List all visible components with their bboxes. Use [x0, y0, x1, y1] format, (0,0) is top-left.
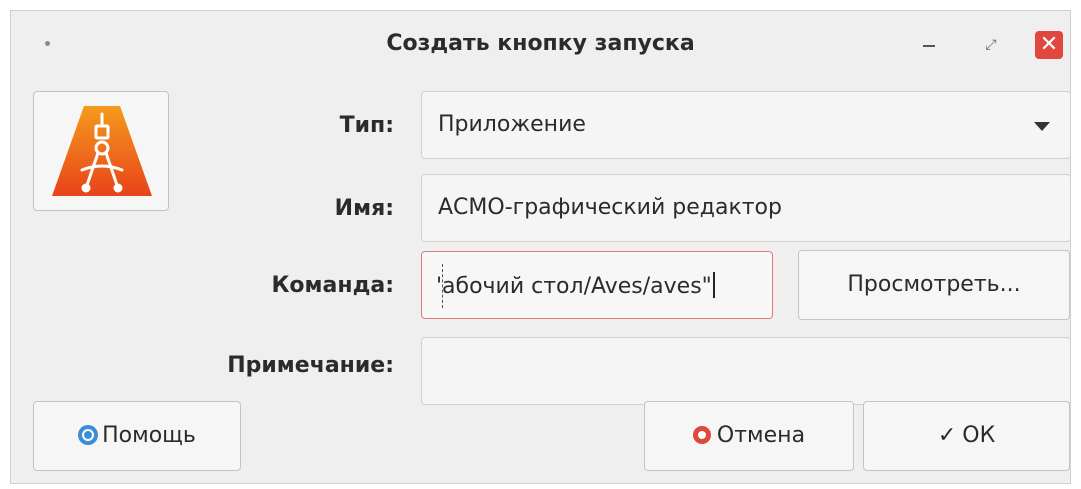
help-button[interactable]: Помощь	[33, 401, 241, 471]
type-combobox[interactable]: Приложение	[421, 91, 1071, 159]
launcher-dialog: Создать кнопку запуска ⤢ ✕ Тип: Приложен…	[10, 10, 1071, 484]
command-field[interactable]: 'абочий стол/Aves/aves"	[421, 251, 773, 319]
name-field[interactable]: АСМО-графический редактор	[421, 174, 1071, 242]
title-bar[interactable]: Создать кнопку запуска ⤢ ✕	[11, 11, 1070, 77]
ok-button[interactable]: ✓ ОК	[863, 401, 1070, 471]
command-value: 'абочий стол/Aves/aves"	[436, 274, 712, 299]
app-icon-button[interactable]	[33, 91, 169, 211]
compass-drafting-icon	[52, 106, 152, 196]
maximize-icon[interactable]: ⤢	[981, 35, 1001, 55]
cancel-label: Отмена	[716, 423, 806, 448]
help-label: Помощь	[102, 423, 196, 448]
type-label: Тип:	[339, 113, 394, 138]
type-value: Приложение	[438, 112, 586, 137]
note-label: Примечание:	[227, 353, 394, 378]
note-field[interactable]	[421, 337, 1071, 405]
stop-circle-icon	[692, 426, 711, 444]
checkmark-icon: ✓	[937, 423, 957, 448]
minimize-icon[interactable]	[923, 45, 935, 47]
command-label: Команда:	[271, 273, 394, 298]
text-cursor	[712, 272, 715, 298]
browse-button[interactable]: Просмотреть...	[798, 250, 1070, 320]
window-title: Создать кнопку запуска	[386, 31, 695, 56]
name-value: АСМО-графический редактор	[438, 195, 782, 220]
name-label: Имя:	[334, 196, 394, 221]
lifebuoy-icon	[78, 425, 99, 445]
close-button[interactable]: ✕	[1035, 31, 1063, 59]
chevron-down-icon	[1034, 122, 1050, 131]
cancel-button[interactable]: Отмена	[644, 401, 854, 471]
ok-label: ОК	[962, 423, 996, 448]
